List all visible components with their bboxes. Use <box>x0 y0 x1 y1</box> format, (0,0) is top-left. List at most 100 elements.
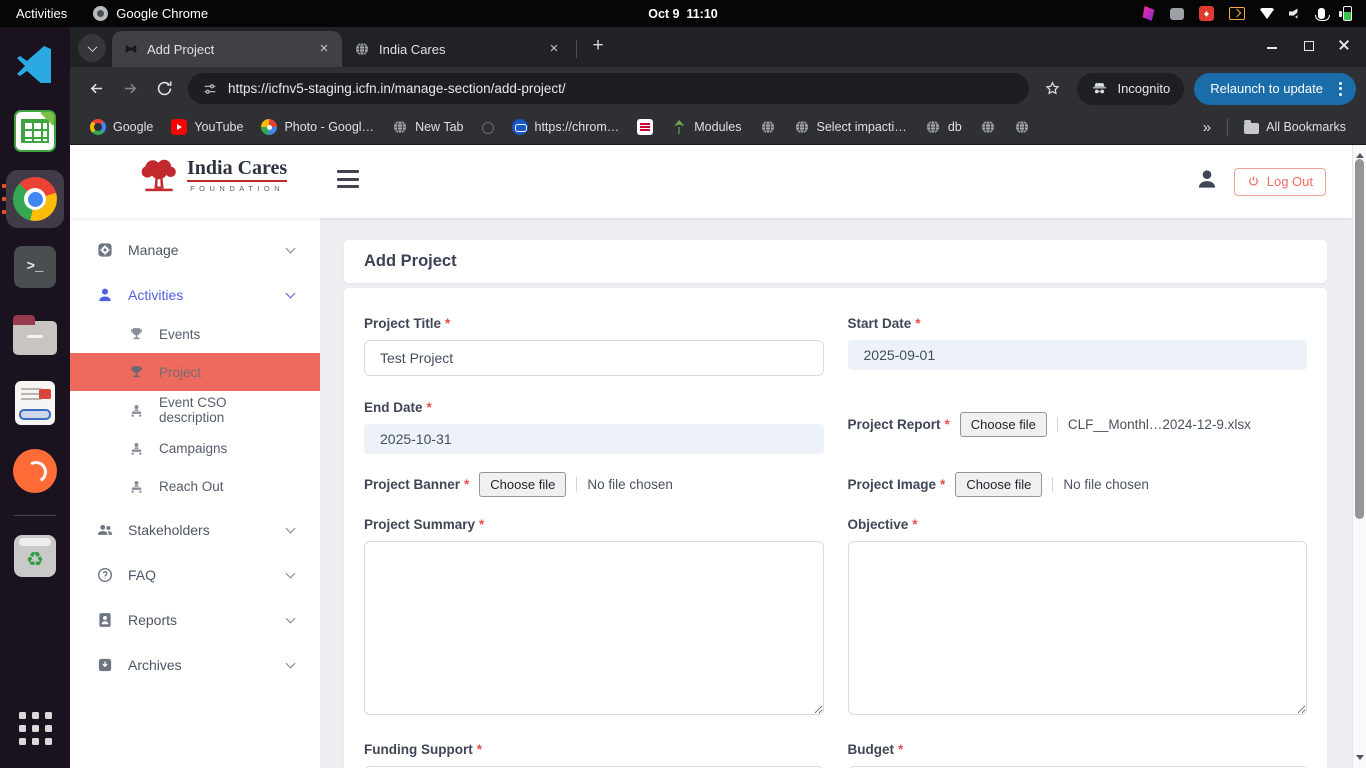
tab-add-project[interactable]: Add Project × <box>112 31 342 67</box>
bookmark-globe-2[interactable] <box>972 115 1004 139</box>
dock-item-postman[interactable] <box>11 447 59 495</box>
battery-icon[interactable] <box>1343 6 1352 21</box>
sidebar-item-events[interactable]: Events <box>70 315 320 353</box>
plant-favicon <box>671 119 687 135</box>
tab-close-icon[interactable]: × <box>546 41 562 57</box>
bookmark-google[interactable]: Google <box>82 115 161 139</box>
user-account-button[interactable] <box>1194 166 1220 197</box>
back-button[interactable] <box>80 73 112 105</box>
tray-app-icon[interactable] <box>1142 6 1155 21</box>
volume-muted-icon[interactable] <box>1289 8 1303 20</box>
tab-india-cares[interactable]: India Cares × <box>342 31 572 67</box>
trophy-icon <box>128 326 145 343</box>
google-favicon <box>90 119 106 135</box>
project-report-label: Project Report* <box>848 417 950 432</box>
chrome-menu-icon[interactable] <box>1335 82 1346 96</box>
dock-item-document-viewer[interactable] <box>11 379 59 427</box>
sidebar-item-manage[interactable]: Manage <box>70 230 320 270</box>
activities-button[interactable]: Activities <box>16 6 67 21</box>
bookmark-globe-1[interactable] <box>752 115 784 139</box>
all-bookmarks-button[interactable]: All Bookmarks <box>1236 116 1354 138</box>
bookmark-globe-3[interactable] <box>1006 115 1038 139</box>
sidebar-item-activities[interactable]: Activities <box>70 275 320 315</box>
dock-item-terminal[interactable] <box>11 243 59 291</box>
project-title-input[interactable] <box>364 340 824 376</box>
focused-app-name: Google Chrome <box>116 6 208 21</box>
bookmark-star-button[interactable] <box>1037 74 1067 104</box>
field-project-banner: Project Banner* Choose file No file chos… <box>364 472 824 497</box>
clock[interactable]: Oct 9 11:10 <box>648 7 718 21</box>
reload-button[interactable] <box>148 73 180 105</box>
microphone-icon[interactable] <box>1318 8 1325 19</box>
india-cares-logo[interactable]: India Cares Foundation <box>138 157 287 193</box>
project-summary-textarea[interactable] <box>364 541 824 715</box>
sidebar-toggle-button[interactable] <box>337 170 359 188</box>
scrollbar-thumb[interactable] <box>1355 159 1364 519</box>
window-maximize-button[interactable] <box>1302 39 1314 51</box>
screenshare-tray-icon[interactable] <box>1199 6 1214 21</box>
sidebar-item-project[interactable]: Project <box>70 353 320 391</box>
show-applications-button[interactable] <box>11 704 59 752</box>
site-header: India Cares Foundation Log Out <box>70 145 1352 218</box>
person-icon <box>96 286 114 304</box>
sidebar-item-event-cso-description[interactable]: Event CSO description <box>70 391 320 429</box>
bookmark-select-impact[interactable]: Select impacti… <box>786 115 915 139</box>
project-image-label: Project Image* <box>848 477 946 492</box>
relaunch-to-update-button[interactable]: Relaunch to update <box>1194 73 1356 105</box>
project-banner-label: Project Banner* <box>364 477 469 492</box>
logout-button[interactable]: Log Out <box>1234 168 1326 196</box>
end-date-input[interactable] <box>364 424 824 454</box>
end-date-label: End Date* <box>364 400 824 415</box>
bookmark-loading[interactable] <box>474 116 502 138</box>
globe-favicon <box>760 119 776 135</box>
objective-textarea[interactable] <box>848 541 1308 715</box>
people-icon <box>96 521 114 539</box>
sidebar-item-campaigns[interactable]: Campaigns <box>70 429 320 467</box>
project-report-choose-file-button[interactable]: Choose file <box>960 412 1047 437</box>
tab-close-icon[interactable]: × <box>316 41 332 57</box>
bookmark-youtube[interactable]: YouTube <box>163 115 251 139</box>
window-minimize-button[interactable] <box>1266 39 1278 51</box>
sidebar-item-stakeholders[interactable]: Stakeholders <box>70 510 320 550</box>
field-project-image: Project Image* Choose file No file chose… <box>848 472 1308 497</box>
cast-indicator-icon[interactable] <box>1229 7 1245 20</box>
bookmarks-overflow-button[interactable]: » <box>1195 119 1219 136</box>
bookmark-modules[interactable]: Modules <box>663 115 749 139</box>
sidebar-item-reports[interactable]: Reports <box>70 600 320 640</box>
new-tab-button[interactable]: + <box>585 34 611 60</box>
scroll-down-arrow-icon[interactable] <box>1356 755 1364 764</box>
terminal-icon <box>14 246 56 288</box>
objective-label: Objective* <box>848 517 1308 532</box>
tab-search-button[interactable] <box>78 34 106 62</box>
bookmark-new-tab[interactable]: New Tab <box>384 115 471 139</box>
incognito-badge: Incognito <box>1077 73 1184 105</box>
wifi-icon[interactable] <box>1260 8 1274 19</box>
project-banner-choose-file-button[interactable]: Choose file <box>479 472 566 497</box>
dock-item-files[interactable] <box>11 311 59 359</box>
focused-app-menu[interactable]: Google Chrome <box>93 6 208 21</box>
sidebar-item-archives[interactable]: Archives <box>70 645 320 685</box>
sidebar-item-faq[interactable]: FAQ <box>70 555 320 595</box>
sidebar-item-reach-out[interactable]: Reach Out <box>70 467 320 505</box>
globe-favicon <box>980 119 996 135</box>
forward-button[interactable] <box>114 73 146 105</box>
chat-tray-icon[interactable] <box>1170 8 1184 20</box>
project-banner-filename: No file chosen <box>576 477 673 492</box>
start-date-input[interactable] <box>848 340 1308 370</box>
dock-item-vscode[interactable] <box>11 39 59 87</box>
dock-item-trash[interactable]: ♻ <box>11 532 59 580</box>
bookmark-db[interactable]: db <box>917 115 970 139</box>
bookmark-chrome-link[interactable]: https://chrom… <box>504 115 628 139</box>
ubuntu-dock: ♻ <box>0 27 70 768</box>
project-title-label: Project Title* <box>364 316 824 331</box>
scroll-up-arrow-icon[interactable] <box>1356 149 1364 158</box>
bookmark-favicon-only[interactable] <box>629 115 661 139</box>
address-bar[interactable]: https://icfnv5-staging.icfn.in/manage-se… <box>188 73 1029 104</box>
field-start-date: Start Date* <box>848 316 1308 376</box>
window-close-button[interactable] <box>1338 39 1350 51</box>
dock-item-libreoffice-calc[interactable] <box>11 107 59 155</box>
page-scrollbar[interactable] <box>1352 145 1366 768</box>
bookmark-google-photos[interactable]: Photo - Googl… <box>253 115 382 139</box>
project-image-choose-file-button[interactable]: Choose file <box>955 472 1042 497</box>
dock-item-chrome[interactable] <box>11 175 59 223</box>
